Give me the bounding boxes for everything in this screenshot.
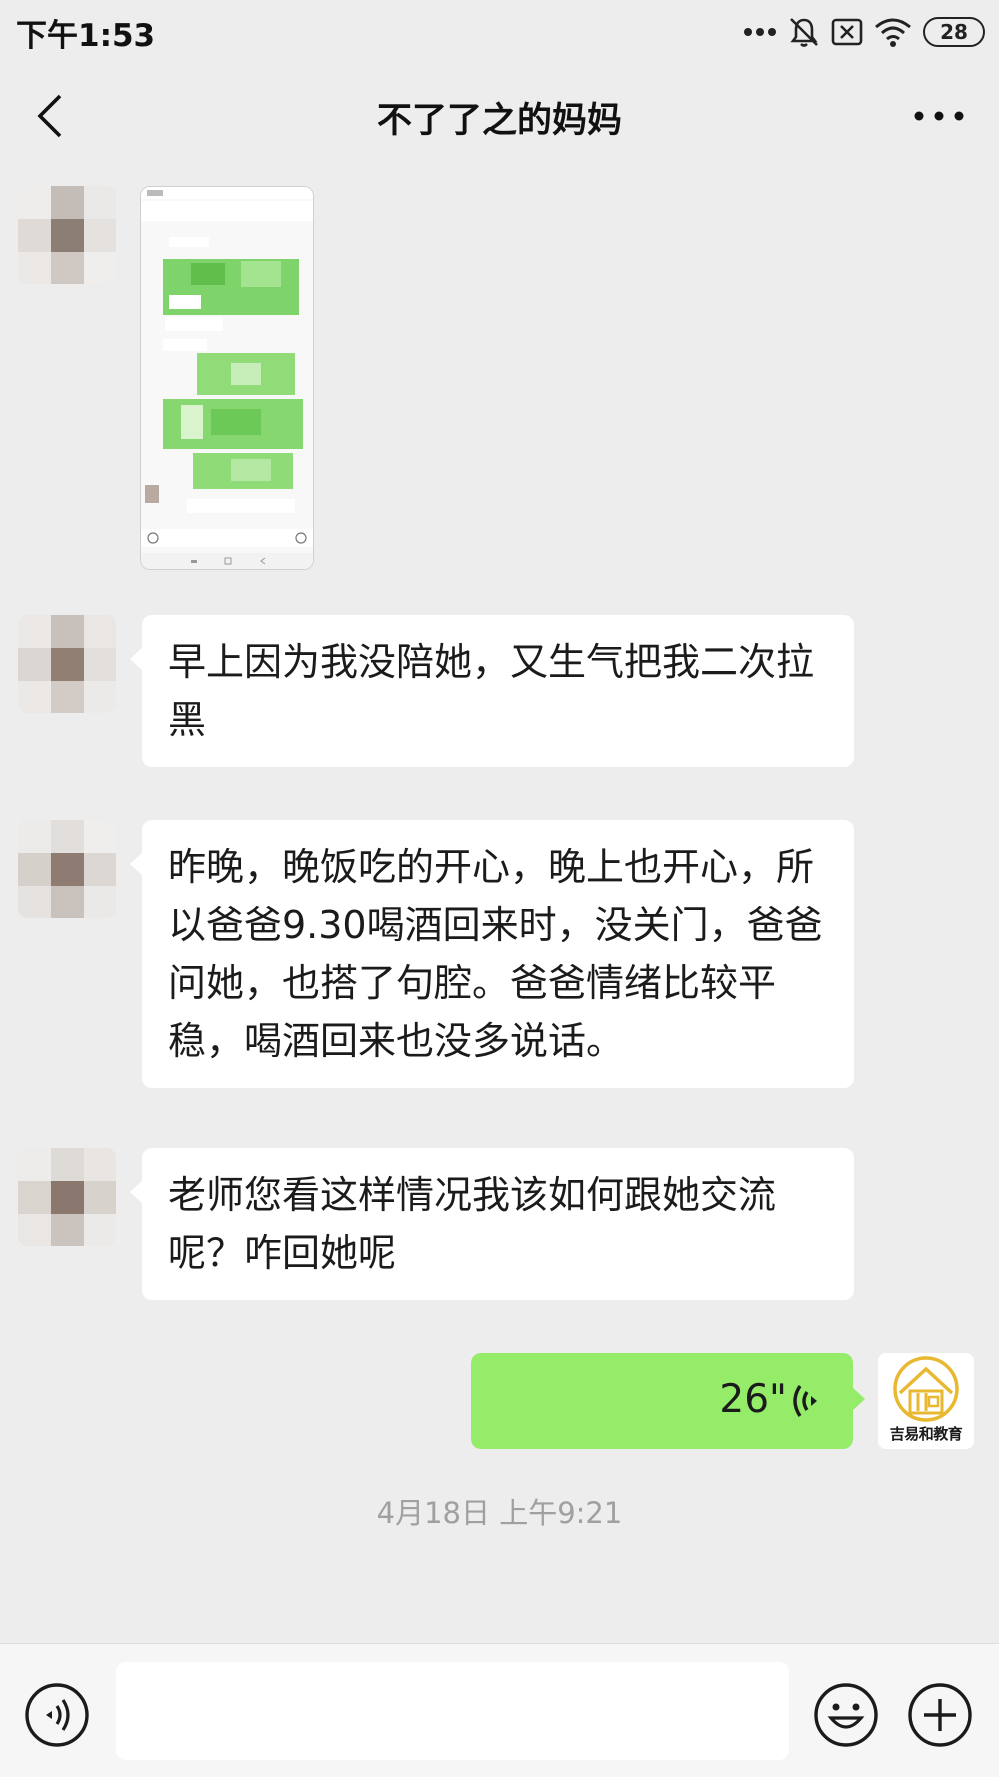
message-bubble[interactable]: 早上因为我没陪她，又生气把我二次拉黑 [130,615,854,767]
brand-logo-icon [893,1356,959,1422]
contact-avatar[interactable] [18,186,116,284]
more-dots-icon [744,28,776,36]
message-text: 老师您看这样情况我该如何跟她交流呢？咋回她呢 [168,1173,777,1275]
input-bar [0,1643,999,1777]
contact-avatar[interactable] [18,820,116,918]
screenshot-thumbnail [141,187,313,569]
wifi-icon [875,18,911,47]
emoji-button[interactable] [813,1682,879,1748]
voice-message[interactable]: 26" [471,1353,865,1449]
brand-name: 吉易和教育 [889,1425,963,1443]
message-bubble[interactable]: 昨晚，晚饭吃的开心，晚上也开心，所以爸爸9.30喝酒回来时，没关门，爸爸问她，也… [130,820,854,1088]
voice-wave-icon [793,1385,817,1417]
chat-title: 不了了之的妈妈 [376,101,622,141]
voice-input-icon [25,1683,89,1747]
message-bubble[interactable]: 老师您看这样情况我该如何跟她交流呢？咋回她呢 [130,1148,854,1300]
status-bar: 下午1:53 28 [0,0,999,64]
mute-bell-icon [790,18,818,47]
more-horizontal-icon [914,111,964,121]
my-avatar[interactable]: 吉易和教育 [878,1353,974,1449]
message-text: 昨晚，晚饭吃的开心，晚上也开心，所以爸爸9.30喝酒回来时，没关门，爸爸问她，也… [168,845,823,1063]
image-message[interactable] [140,186,314,570]
emoji-icon [814,1683,878,1747]
no-sim-icon [831,18,863,46]
chat-screen: 下午1:53 28 不了了之的妈妈 早上因为我没陪她，又生气把我二次拉黑 昨晚，… [0,0,999,1777]
voice-duration: 26" [719,1377,787,1422]
battery-icon: 28 [923,17,985,47]
plus-button[interactable] [907,1682,973,1748]
timestamp: 4月18日 上午9:21 [376,1496,623,1530]
title-bar: 不了了之的妈妈 [0,64,999,168]
status-time: 下午1:53 [16,18,156,54]
battery-level: 28 [940,20,968,44]
more-button[interactable] [909,94,969,138]
contact-avatar[interactable] [18,1148,116,1246]
message-text: 早上因为我没陪她，又生气把我二次拉黑 [168,640,815,742]
status-icons: 28 [743,12,985,52]
contact-avatar[interactable] [18,615,116,713]
voice-input-button[interactable] [24,1682,90,1748]
plus-icon [908,1683,972,1747]
message-input[interactable] [116,1662,789,1760]
